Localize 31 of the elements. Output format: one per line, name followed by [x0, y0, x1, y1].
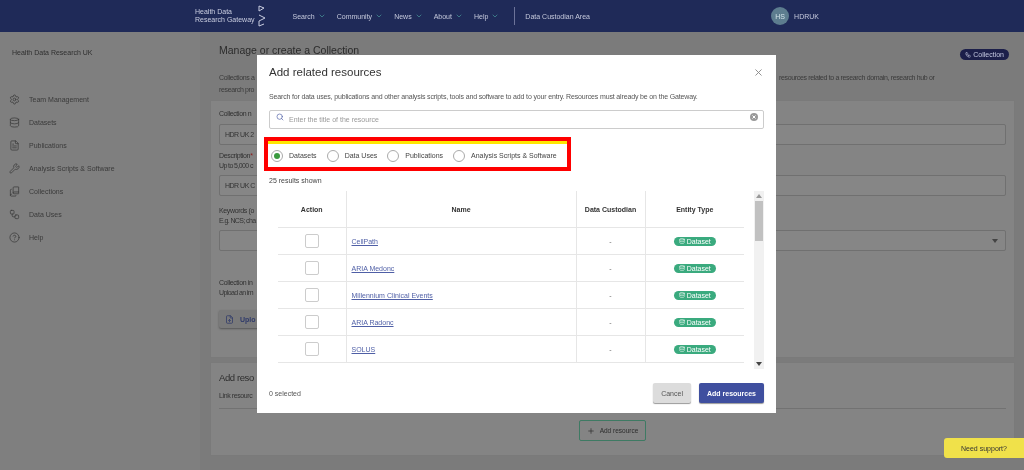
search-icon [276, 113, 284, 121]
nodes-icon [9, 209, 20, 220]
modal-title: Add related resources [269, 66, 382, 78]
scrollbar[interactable] [754, 191, 764, 369]
checkbox[interactable] [304, 315, 319, 329]
caret-icon [992, 238, 998, 243]
checkbox[interactable] [304, 234, 319, 248]
tools-icon [9, 163, 20, 174]
page-title: Manage or create a Collection [219, 44, 360, 56]
bookmark-icon [9, 186, 20, 197]
database-icon [9, 117, 20, 128]
chevron-icon [317, 12, 326, 20]
clear-icon[interactable] [750, 113, 758, 121]
help-icon [9, 232, 20, 243]
document-icon [9, 140, 20, 151]
plus-icon [586, 426, 595, 435]
scroll-up-icon[interactable] [756, 194, 762, 198]
checkbox[interactable] [304, 261, 319, 275]
gear-icon [9, 94, 20, 105]
chevron-icon [414, 12, 423, 20]
scroll-down-icon[interactable] [756, 362, 762, 366]
logo-icon [257, 5, 267, 27]
card-title: Add reso [219, 372, 254, 383]
close-icon[interactable] [753, 66, 764, 78]
checkbox[interactable] [304, 288, 319, 302]
chevron-icon [454, 12, 463, 20]
chevron-icon [491, 12, 500, 20]
chevron-icon [375, 12, 384, 20]
upload-icon [225, 314, 234, 324]
scroll-thumb[interactable] [755, 201, 763, 241]
checkbox[interactable] [304, 342, 319, 356]
